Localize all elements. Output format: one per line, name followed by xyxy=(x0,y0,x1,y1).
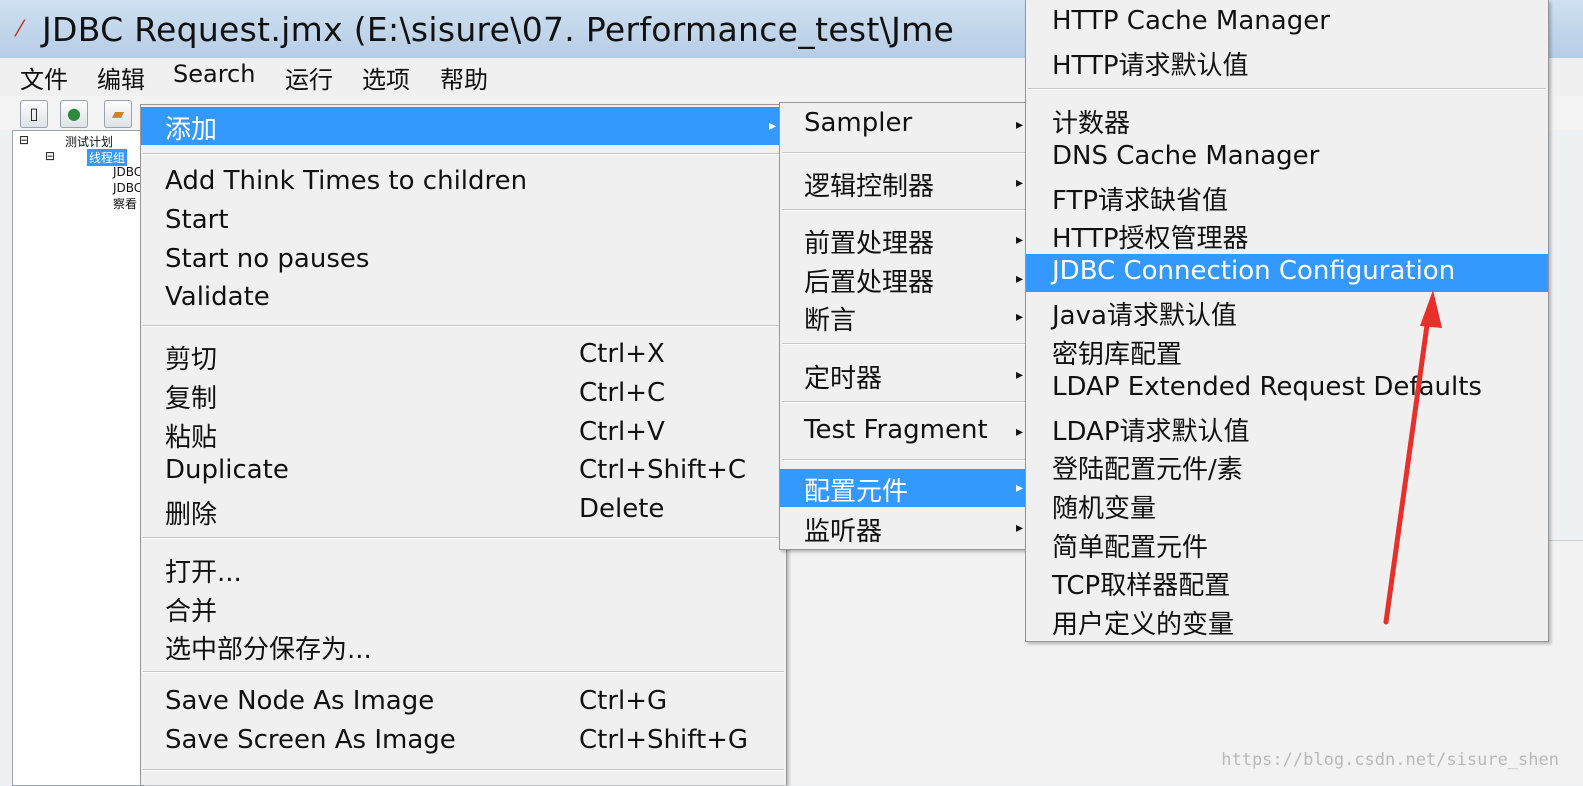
submenu-item-listener[interactable]: 监听器 ▸ xyxy=(780,509,1028,547)
submenu-arrow-icon: ▸ xyxy=(1016,480,1024,496)
submenu-arrow-icon: ▸ xyxy=(1016,117,1024,133)
menu-item-save-selection-as[interactable]: 选中部分保存为... xyxy=(141,627,786,665)
menu-run[interactable]: 运行 xyxy=(285,60,333,95)
menu-separator xyxy=(143,769,784,771)
window-title: JDBC Request.jmx (E:\sisure\07. Performa… xyxy=(42,10,955,49)
menu-edit[interactable]: 编辑 xyxy=(97,60,145,95)
menu-item-add[interactable]: 添加 ▸ xyxy=(141,107,786,145)
menu-separator xyxy=(143,325,784,327)
menu-separator xyxy=(143,537,784,539)
submenu-arrow-icon: ▸ xyxy=(1016,520,1024,536)
menu-help[interactable]: 帮助 xyxy=(440,60,488,95)
submenu-arrow-icon: ▸ xyxy=(1016,232,1024,248)
menu-item-validate[interactable]: Validate xyxy=(141,280,786,318)
menu-separator xyxy=(782,459,1026,461)
submenu-item-sampler[interactable]: Sampler ▸ xyxy=(780,106,1028,144)
submenu-item-timer[interactable]: 定时器 ▸ xyxy=(780,356,1028,394)
submenu-arrow-icon: ▸ xyxy=(1016,309,1024,325)
context-menu: 添加 ▸ Add Think Times to children Start S… xyxy=(140,104,787,785)
config-item-login-config[interactable]: 登陆配置元件/素 xyxy=(1026,447,1548,485)
menu-item-save-node-image[interactable]: Save Node As Image Ctrl+G xyxy=(141,684,786,722)
config-item-jdbc-connection-configuration[interactable]: JDBC Connection Configuration xyxy=(1026,254,1548,292)
submenu-item-assertions[interactable]: 断言 ▸ xyxy=(780,298,1028,336)
menu-file[interactable]: 文件 xyxy=(20,60,68,95)
menu-item-paste[interactable]: 粘贴 Ctrl+V xyxy=(141,415,786,453)
menu-separator xyxy=(143,671,784,673)
test-plan-tree: ⊟ 测试计划 ⊟ 线程组 JDBC JDBC 察看 xyxy=(12,130,144,786)
menu-separator xyxy=(143,153,784,155)
submenu-arrow-icon: ▸ xyxy=(1016,367,1024,383)
collapse-icon[interactable]: ⊟ xyxy=(19,133,29,147)
menu-item-copy[interactable]: 复制 Ctrl+C xyxy=(141,376,786,414)
submenu-item-test-fragment[interactable]: Test Fragment ▸ xyxy=(780,413,1028,451)
menu-item-save-screen-image[interactable]: Save Screen As Image Ctrl+Shift+G xyxy=(141,723,786,761)
submenu-item-pre-processors[interactable]: 前置处理器 ▸ xyxy=(780,221,1028,259)
collapse-icon[interactable]: ⊟ xyxy=(45,149,55,163)
config-item-random-variable[interactable]: 随机变量 xyxy=(1026,486,1548,524)
config-item-http-request-defaults[interactable]: HTTP请求默认值 xyxy=(1026,43,1548,81)
menu-item-cut[interactable]: 剪切 Ctrl+X xyxy=(141,337,786,375)
menu-separator xyxy=(782,343,1026,345)
open-icon[interactable]: ▰ xyxy=(104,100,132,128)
watermark: https://blog.csdn.net/sisure_shen xyxy=(1221,750,1559,770)
menu-separator xyxy=(782,401,1026,403)
menu-item-delete[interactable]: 删除 Delete xyxy=(141,492,786,530)
config-item-ldap-extended-defaults[interactable]: LDAP Extended Request Defaults xyxy=(1026,370,1548,408)
config-item-tcp-sampler-config[interactable]: TCP取样器配置 xyxy=(1026,563,1548,601)
config-item-counter[interactable]: 计数器 xyxy=(1026,101,1548,139)
submenu-item-config-element[interactable]: 配置元件 ▸ xyxy=(780,469,1028,507)
menu-item-start[interactable]: Start xyxy=(141,203,786,241)
submenu-item-logic-controller[interactable]: 逻辑控制器 ▸ xyxy=(780,164,1028,202)
tree-node-listener[interactable]: 察看 xyxy=(113,195,137,212)
submenu-arrow-icon: ▸ xyxy=(1016,424,1024,440)
menu-search[interactable]: Search xyxy=(173,60,255,88)
tree-node-jdbc-2[interactable]: JDBC xyxy=(113,181,142,195)
menu-item-duplicate[interactable]: Duplicate Ctrl+Shift+C xyxy=(141,453,786,491)
config-item-ldap-defaults[interactable]: LDAP请求默认值 xyxy=(1026,409,1548,447)
menu-item-start-no-pauses[interactable]: Start no pauses xyxy=(141,242,786,280)
submenu-item-post-processors[interactable]: 后置处理器 ▸ xyxy=(780,260,1028,298)
menu-item-open[interactable]: 打开... xyxy=(141,550,786,588)
config-item-keystore[interactable]: 密钥库配置 xyxy=(1026,332,1548,370)
new-icon[interactable]: ▯ xyxy=(20,100,48,128)
menu-item-merge[interactable]: 合并 xyxy=(141,589,786,627)
menu-options[interactable]: 选项 xyxy=(362,60,410,95)
menu-separator xyxy=(782,152,1026,154)
menu-item-add-think-times[interactable]: Add Think Times to children xyxy=(141,164,786,202)
submenu-arrow-icon: ▸ xyxy=(1016,271,1024,287)
tree-node-thread-group[interactable]: 线程组 xyxy=(87,149,128,166)
menu-separator xyxy=(1028,88,1546,90)
jmeter-feather-icon: ⁄ xyxy=(18,17,22,42)
submenu-arrow-icon: ▸ xyxy=(1016,175,1024,191)
tree-node-test-plan[interactable]: 测试计划 xyxy=(65,133,113,150)
submenu-arrow-icon: ▸ xyxy=(769,118,777,134)
config-item-http-cache-manager[interactable]: HTTP Cache Manager xyxy=(1026,4,1548,42)
config-item-user-defined-variables[interactable]: 用户定义的变量 xyxy=(1026,602,1548,640)
config-item-ftp-defaults[interactable]: FTP请求缺省值 xyxy=(1026,178,1548,216)
config-item-http-auth-manager[interactable]: HTTP授权管理器 xyxy=(1026,216,1548,254)
config-item-dns-cache-manager[interactable]: DNS Cache Manager xyxy=(1026,139,1548,177)
add-submenu: Sampler ▸ 逻辑控制器 ▸ 前置处理器 ▸ 后置处理器 ▸ 断言 ▸ 定时器 ▸ T… xyxy=(779,102,1029,550)
config-element-submenu: HTTP Cache Manager HTTP请求默认值 计数器 DNS Cac… xyxy=(1025,0,1549,642)
menu-separator xyxy=(782,209,1026,211)
tree-node-jdbc-1[interactable]: JDBC xyxy=(113,165,142,179)
config-item-java-defaults[interactable]: Java请求默认值 xyxy=(1026,293,1548,331)
templates-icon[interactable]: ● xyxy=(60,100,88,128)
config-item-simple-config[interactable]: 简单配置元件 xyxy=(1026,525,1548,563)
